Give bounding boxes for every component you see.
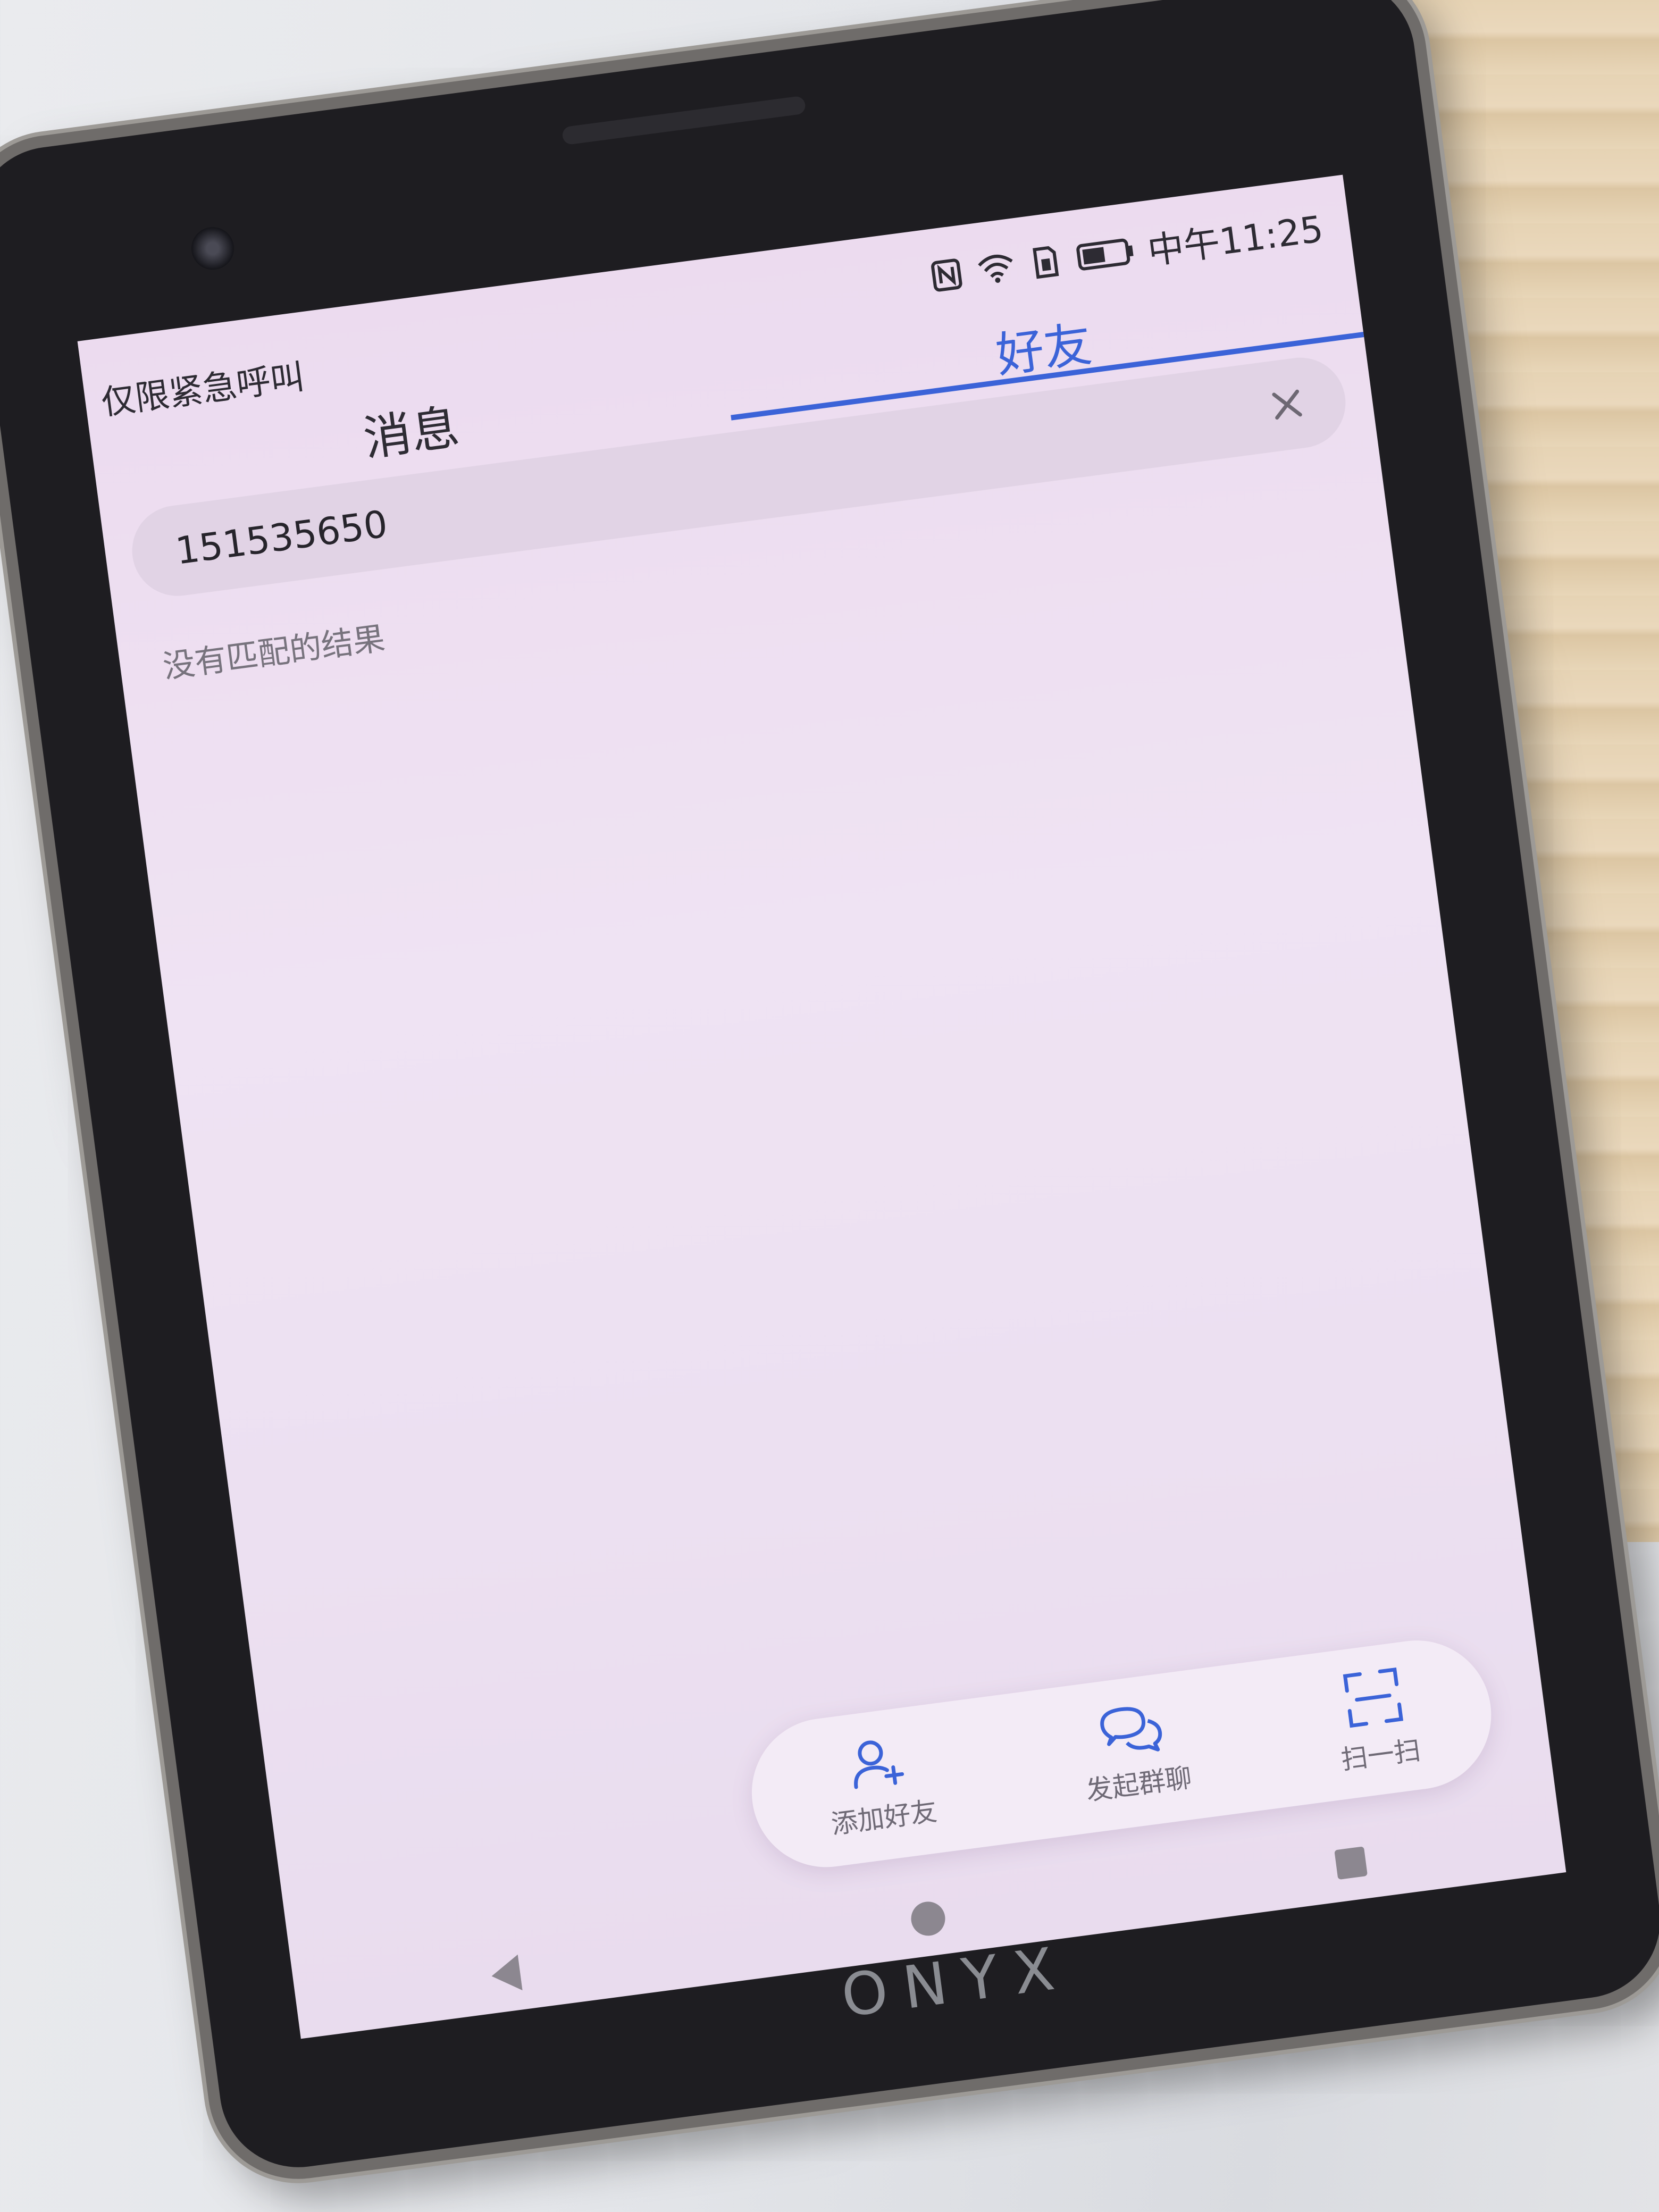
home-icon[interactable] <box>909 1899 948 1938</box>
front-camera <box>189 224 237 273</box>
clear-search-button[interactable] <box>1258 375 1317 434</box>
no-result-text: 没有匹配的结果 <box>161 619 387 686</box>
scan-icon <box>1343 1667 1404 1728</box>
add-friend-label: 添加好友 <box>829 1795 939 1840</box>
nfc-icon <box>926 254 968 296</box>
earpiece <box>561 95 807 146</box>
add-friend-button[interactable]: 添加好友 <box>820 1730 939 1842</box>
add-user-icon <box>853 1740 904 1789</box>
back-icon[interactable] <box>489 1954 523 1995</box>
start-group-chat-button[interactable]: 发起群聊 <box>1076 1696 1194 1808</box>
scan-label: 扫一扫 <box>1339 1735 1423 1776</box>
close-icon <box>1272 389 1302 420</box>
recent-apps-icon[interactable] <box>1334 1846 1368 1880</box>
chat-bubbles-icon <box>1100 1707 1162 1752</box>
start-group-chat-label: 发起群聊 <box>1084 1762 1194 1807</box>
sim-icon <box>1025 241 1067 283</box>
phone-screen: 仅限紧急呼叫 中午11:25 消息 好友 151535650 没有匹配的结果 添… <box>77 174 1566 2039</box>
battery-icon <box>1075 232 1137 276</box>
phone-device: 仅限紧急呼叫 中午11:25 消息 好友 151535650 没有匹配的结果 添… <box>0 0 1659 2190</box>
wifi-icon <box>975 247 1017 289</box>
scan-button[interactable]: 扫一扫 <box>1330 1663 1422 1777</box>
